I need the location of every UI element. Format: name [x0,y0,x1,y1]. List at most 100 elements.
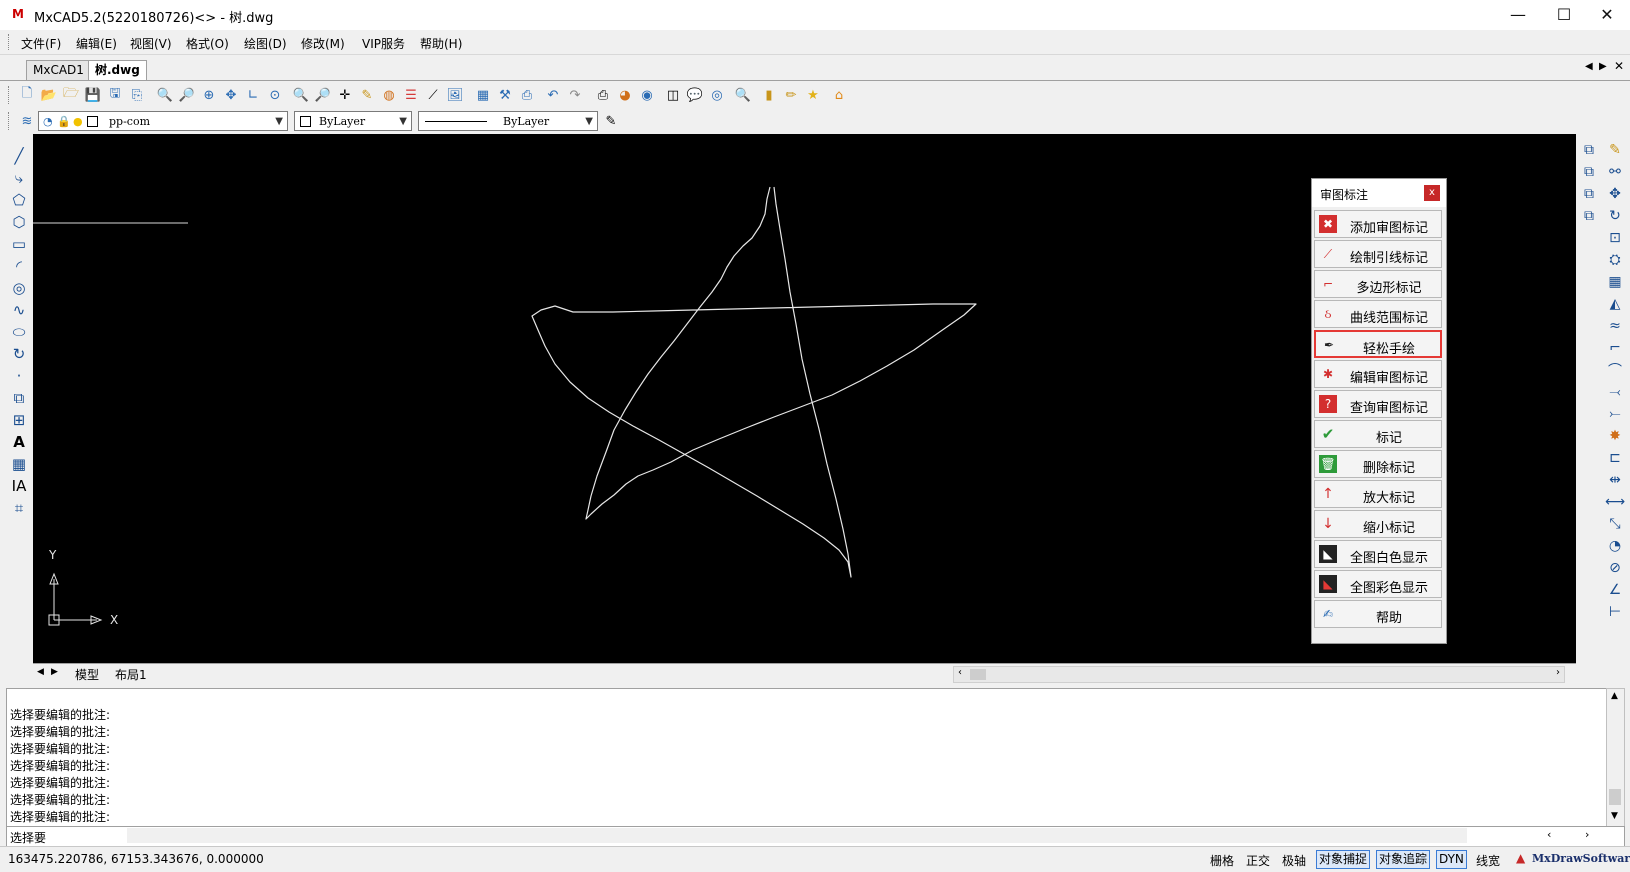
add-review-mark-button[interactable]: ✖ 添加审图标记 [1314,210,1442,238]
command-input-field[interactable] [127,828,1467,843]
revcloud-icon[interactable]: ↻ [8,344,30,364]
hatch-icon[interactable]: ⌗ [8,498,30,518]
polyline-icon[interactable]: ⤷ [8,168,30,188]
ortho-toggle[interactable]: 正交 [1246,852,1270,869]
layers-icon[interactable]: ☰ [402,86,420,104]
draw-line-icon[interactable]: ⟋ [424,86,442,104]
point-icon[interactable]: · [8,366,30,386]
scroll-up-icon[interactable]: ▲ [1611,691,1618,701]
make-block-icon[interactable]: ⊞ [8,410,30,430]
tab-model[interactable]: 模型 [75,666,99,683]
send-back-icon[interactable]: ⧉ [1578,162,1600,182]
offset-icon[interactable]: ≈ [1604,316,1626,336]
undo-icon[interactable]: ↶ [544,86,562,104]
pencil-icon[interactable]: ✏ [782,86,800,104]
stretch-icon[interactable]: ⛭ [1604,250,1626,270]
close-button[interactable]: ✕ [1584,0,1630,30]
mtext-icon[interactable]: ⅠA [8,476,30,496]
continue-dim-icon[interactable]: ⊢ [1604,602,1626,622]
save-icon[interactable]: 💾 [84,86,102,104]
menu-view[interactable]: 视图(V) [130,35,172,52]
ellipse-icon[interactable]: ⬭ [8,322,30,342]
command-input[interactable]: 选择要 [10,829,46,846]
aligned-dim-icon[interactable]: ⤡ [1604,514,1626,534]
leader-mark-button[interactable]: ⟋ 绘制引线标记 [1314,240,1442,268]
chamfer-icon[interactable]: ⌐ [1604,338,1626,358]
horizontal-scrollbar[interactable]: ‹ › [953,666,1565,683]
shrink-mark-button[interactable]: ↓ 缩小标记 [1314,510,1442,538]
copy-icon[interactable]: ⚯ [1604,162,1626,182]
menu-modify[interactable]: 修改(M) [301,35,345,52]
lineweight-toggle[interactable]: 线宽 [1476,852,1500,869]
osnap-toggle[interactable]: 对象捕捉 [1316,850,1371,869]
menu-edit[interactable]: 编辑(E) [76,35,117,52]
break-icon[interactable]: ⊏ [1604,448,1626,468]
zoom-realtime-icon[interactable]: 🔍 [156,86,174,104]
curve-mark-button[interactable]: ઠ 曲线范围标记 [1314,300,1442,328]
menu-draw[interactable]: 绘图(D) [244,35,287,52]
diameter-dim-icon[interactable]: ⊘ [1604,558,1626,578]
freehand-button[interactable]: ✒ 轻松手绘 [1314,330,1442,358]
trim-icon[interactable]: ⤙ [1604,382,1626,402]
layout-prev-icon[interactable]: ◀ [37,667,44,677]
explode-icon[interactable]: ✸ [1604,426,1626,446]
snapshot-icon[interactable]: ◫ [664,86,682,104]
tab-tree-dwg[interactable]: 树.dwg [88,60,147,80]
scroll-right-icon[interactable]: › [1556,667,1560,678]
bring-above-icon[interactable]: ⧉ [1578,184,1600,204]
menu-vip[interactable]: VIP服务 [362,35,405,52]
query-review-mark-button[interactable]: ? 查询审图标记 [1314,390,1442,418]
open-file-icon[interactable]: 📂 [40,86,58,104]
comment-icon[interactable]: 💬 [686,86,704,104]
layout-next-icon[interactable]: ▶ [51,667,58,677]
scroll-thumb[interactable] [970,669,986,680]
globe-icon[interactable]: ◉ [638,86,656,104]
maximize-button[interactable]: ☐ [1541,0,1587,30]
lineweight-icon[interactable]: ✎ [602,112,620,130]
command-scroll-thumb[interactable] [1609,789,1621,805]
text-icon[interactable]: A [8,432,30,452]
palette-icon[interactable]: ◍ [380,86,398,104]
rectangle-icon[interactable]: ▭ [8,234,30,254]
circle-icon[interactable]: ◎ [8,278,30,298]
review-panel-close-button[interactable]: x [1424,185,1440,201]
edit-review-mark-button[interactable]: ✱ 编辑审图标记 [1314,360,1442,388]
star-icon[interactable]: ★ [804,86,822,104]
save-as-icon[interactable]: 🖫 [106,86,124,104]
radius-dim-icon[interactable]: ◔ [1604,536,1626,556]
layer-combo[interactable]: ◔ 🔒 ● pp-com ▼ [38,111,288,131]
block-icon[interactable]: ▦ [474,86,492,104]
tab-scroll-left-icon[interactable]: ◀ [1585,61,1593,72]
insert-block-icon[interactable]: ⧉ [8,388,30,408]
mark-button[interactable]: ✔ 标记 [1314,420,1442,448]
layer-manager-icon[interactable]: ≋ [18,112,36,130]
color-display-button[interactable]: ◣ 全图彩色显示 [1314,570,1442,598]
arc-icon[interactable]: ◜ [8,256,30,276]
spline-icon[interactable]: ∿ [8,300,30,320]
enlarge-mark-button[interactable]: ↑ 放大标记 [1314,480,1442,508]
input-scroll-left-icon[interactable]: ‹ [1547,828,1551,841]
scroll-left-icon[interactable]: ‹ [958,667,962,678]
color-combo[interactable]: ByLayer ▼ [294,111,412,131]
join-icon[interactable]: ⇹ [1604,470,1626,490]
linear-dim-icon[interactable]: ⟷ [1604,492,1626,512]
new-file-icon[interactable]: 🗋 [18,86,36,104]
network-icon[interactable]: ◎ [708,86,726,104]
tab-mxcad1[interactable]: MxCAD1 [26,60,91,80]
mirror-icon[interactable]: ◭ [1604,294,1626,314]
linetype-combo[interactable]: ByLayer ▼ [418,111,598,131]
export-icon[interactable]: ⎘ [128,86,146,104]
home-icon[interactable]: ⌂ [830,86,848,104]
print-icon[interactable]: ⎙ [594,86,612,104]
dyn-toggle[interactable]: DYN [1436,850,1467,869]
array-icon[interactable]: ▦ [1604,272,1626,292]
shape-icon[interactable]: ⬡ [8,212,30,232]
match-prop-icon[interactable]: ✎ [358,86,376,104]
minimize-button[interactable]: — [1495,0,1541,30]
search-icon[interactable]: 🔍 [734,86,752,104]
menu-help[interactable]: 帮助(H) [420,35,462,52]
polar-toggle[interactable]: 极轴 [1282,852,1306,869]
menu-format[interactable]: 格式(O) [186,35,229,52]
zoom-all-icon[interactable]: 🔍 [292,86,310,104]
scroll-down-icon[interactable]: ▼ [1611,811,1618,821]
